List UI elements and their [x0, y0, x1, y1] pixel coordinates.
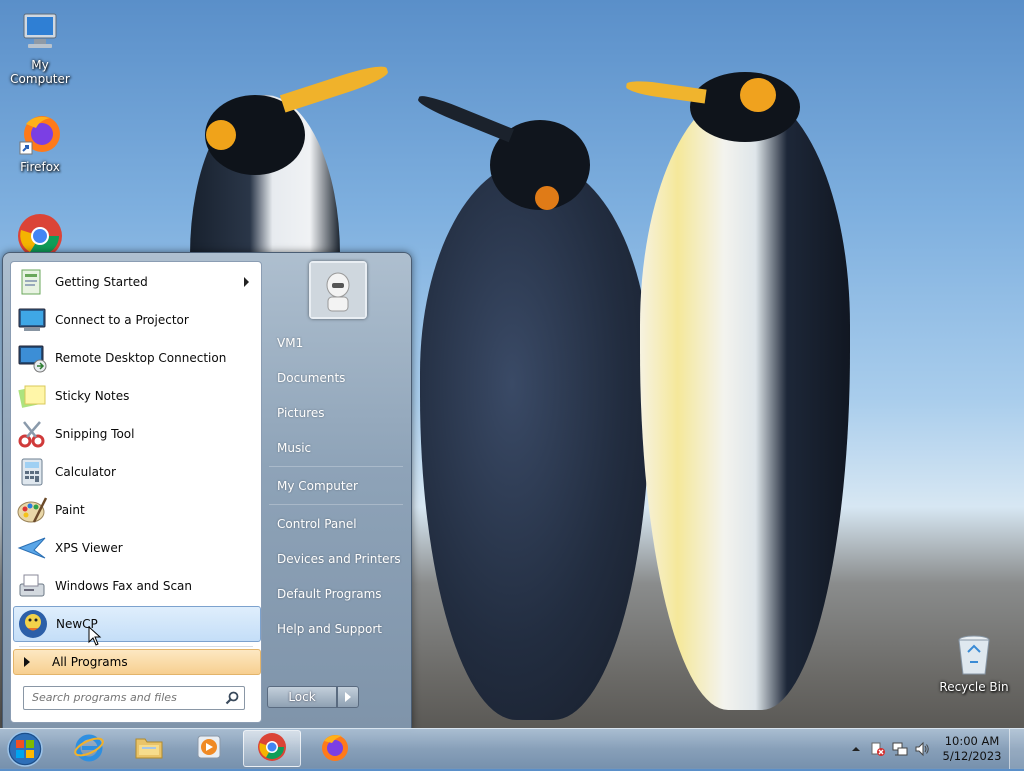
all-programs-button[interactable]: All Programs: [13, 649, 261, 675]
all-programs-label: All Programs: [52, 655, 128, 669]
program-snipping-tool[interactable]: Snipping Tool: [13, 416, 259, 452]
taskbar-chrome[interactable]: [243, 730, 301, 767]
desktop-icon-label: My Computer: [10, 58, 70, 86]
arrow-right-icon: [345, 692, 351, 702]
program-label: Calculator: [55, 465, 116, 479]
program-label: Windows Fax and Scan: [55, 579, 193, 593]
search-icon[interactable]: [224, 690, 240, 706]
program-fax-scan[interactable]: Windows Fax and Scan: [13, 568, 259, 604]
program-calculator[interactable]: Calculator: [13, 454, 259, 490]
right-link-documents[interactable]: Documents: [269, 368, 411, 388]
file-explorer-icon: [133, 731, 165, 766]
program-label: Paint: [55, 503, 85, 517]
sticky-notes-icon: [16, 380, 48, 412]
program-label: Remote Desktop Connection: [55, 351, 227, 365]
program-connect-projector[interactable]: Connect to a Projector: [13, 302, 259, 338]
right-link-music[interactable]: Music: [269, 438, 411, 458]
system-tray: 10:00 AM 5/12/2023: [834, 729, 1024, 769]
user-avatar[interactable]: [309, 261, 367, 319]
start-menu: Getting Started Connect to a Projector R…: [2, 252, 412, 730]
computer-icon: [16, 8, 64, 56]
program-remote-desktop[interactable]: Remote Desktop Connection: [13, 340, 259, 376]
lock-button[interactable]: Lock: [267, 686, 337, 708]
program-xps-viewer[interactable]: XPS Viewer: [13, 530, 259, 566]
firefox-icon: [16, 110, 64, 158]
right-link-devices-printers[interactable]: Devices and Printers: [269, 549, 411, 569]
program-label: Snipping Tool: [55, 427, 135, 441]
mouse-cursor-icon: [88, 625, 102, 646]
clock-date: 5/12/2023: [942, 749, 1002, 763]
fax-scan-icon: [16, 570, 48, 602]
projector-icon: [16, 304, 48, 336]
desktop-icon-recycle-bin[interactable]: Recycle Bin: [934, 630, 1014, 694]
paint-icon: [16, 494, 48, 526]
start-button[interactable]: [5, 730, 45, 768]
right-link-default-programs[interactable]: Default Programs: [269, 584, 411, 604]
program-newcp[interactable]: NewCP: [13, 606, 261, 642]
right-link-user[interactable]: VM1: [269, 333, 411, 353]
right-link-my-computer[interactable]: My Computer: [269, 476, 411, 496]
system-clock[interactable]: 10:00 AM 5/12/2023: [942, 734, 1002, 764]
desktop-icon-label: Recycle Bin: [939, 680, 1009, 694]
recycle-bin-icon: [950, 630, 998, 678]
program-label: XPS Viewer: [55, 541, 123, 555]
taskbar-file-explorer[interactable]: [120, 730, 178, 767]
program-sticky-notes[interactable]: Sticky Notes: [13, 378, 259, 414]
action-center-warning-icon[interactable]: [870, 741, 886, 757]
program-paint[interactable]: Paint: [13, 492, 259, 528]
right-link-help-support[interactable]: Help and Support: [269, 619, 411, 639]
taskbar-media-player[interactable]: [180, 730, 238, 767]
snipping-tool-icon: [16, 418, 48, 450]
right-link-pictures[interactable]: Pictures: [269, 403, 411, 423]
clock-time: 10:00 AM: [944, 734, 1000, 748]
taskbar: 10:00 AM 5/12/2023: [0, 728, 1024, 769]
volume-icon[interactable]: [914, 741, 930, 757]
firefox-icon: [319, 731, 351, 766]
media-player-icon: [193, 731, 225, 766]
xps-viewer-icon: [16, 532, 48, 564]
taskbar-firefox[interactable]: [306, 730, 364, 767]
network-icon[interactable]: [892, 741, 908, 757]
right-link-control-panel[interactable]: Control Panel: [269, 514, 411, 534]
taskbar-internet-explorer[interactable]: [60, 730, 118, 767]
divider: [19, 646, 253, 647]
divider: [269, 466, 403, 467]
desktop-icon-label: Firefox: [20, 160, 60, 174]
submenu-arrow-icon: [244, 277, 249, 287]
divider: [269, 504, 403, 505]
getting-started-icon: [16, 266, 48, 298]
internet-explorer-icon: [73, 731, 105, 766]
desktop-icon-firefox[interactable]: Firefox: [0, 110, 80, 174]
chrome-icon: [256, 731, 288, 766]
program-label: Sticky Notes: [55, 389, 130, 403]
start-search-box: [23, 686, 245, 710]
show-desktop-button[interactable]: [1009, 729, 1024, 769]
newcp-icon: [17, 608, 49, 640]
expand-arrow-icon: [24, 657, 30, 667]
show-hidden-icons-icon[interactable]: [848, 741, 864, 757]
desktop-icon-my-computer[interactable]: My Computer: [0, 8, 80, 86]
remote-desktop-icon: [16, 342, 48, 374]
program-getting-started[interactable]: Getting Started: [13, 264, 259, 300]
start-menu-programs-pane: Getting Started Connect to a Projector R…: [10, 261, 262, 723]
program-label: Getting Started: [55, 275, 148, 289]
search-input[interactable]: [24, 687, 222, 707]
shutdown-options-button[interactable]: [337, 686, 359, 708]
calculator-icon: [16, 456, 48, 488]
program-label: Connect to a Projector: [55, 313, 189, 327]
